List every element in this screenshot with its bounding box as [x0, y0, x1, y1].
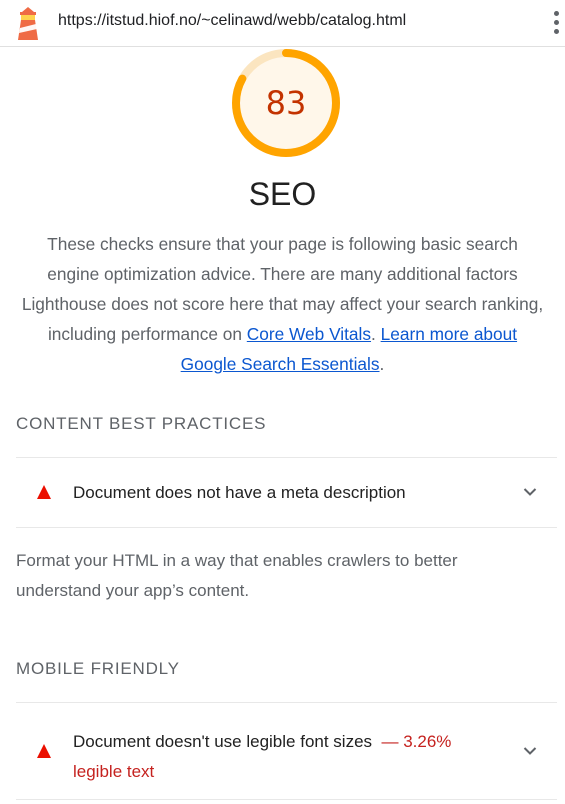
group-title-mobile-friendly: MOBILE FRIENDLY	[16, 659, 180, 678]
divider	[16, 527, 557, 528]
display-value-number: 3.26%	[403, 732, 452, 751]
description-text-3: .	[379, 354, 385, 374]
kebab-menu-icon[interactable]	[548, 11, 564, 39]
display-value-rest: legible text	[73, 762, 155, 781]
chevron-down-icon[interactable]	[523, 487, 537, 497]
display-value-dash: —	[381, 732, 399, 751]
fail-triangle-icon	[37, 744, 51, 758]
audit-title: Document doesn't use legible font sizes	[73, 732, 373, 751]
core-web-vitals-link[interactable]: Core Web Vitals	[247, 324, 371, 344]
group-description: Format your HTML in a way that enables c…	[16, 551, 458, 600]
lighthouse-icon	[18, 7, 38, 40]
browser-top-bar: https://itstud.hiof.no/~celinawd/webb/ca…	[0, 0, 565, 47]
audit-title: Document does not have a meta descriptio…	[73, 483, 406, 502]
divider	[16, 799, 557, 800]
fail-triangle-icon	[37, 485, 51, 499]
audit-meta-description[interactable]: Document does not have a meta descriptio…	[16, 458, 557, 526]
audit-title-wrap: Document doesn't use legible font sizes …	[73, 727, 493, 787]
group-title-content-best-practices: CONTENT BEST PRACTICES	[16, 414, 267, 433]
category-title: SEO	[248, 176, 317, 212]
audit-legible-font-sizes[interactable]: Document doesn't use legible font sizes …	[16, 703, 557, 798]
description-text-2: .	[371, 324, 381, 344]
category-description: These checks ensure that your page is fo…	[20, 229, 545, 379]
chevron-down-icon[interactable]	[523, 746, 537, 756]
score-value: 83	[265, 84, 307, 122]
address-bar-url[interactable]: https://itstud.hiof.no/~celinawd/webb/ca…	[58, 12, 406, 30]
